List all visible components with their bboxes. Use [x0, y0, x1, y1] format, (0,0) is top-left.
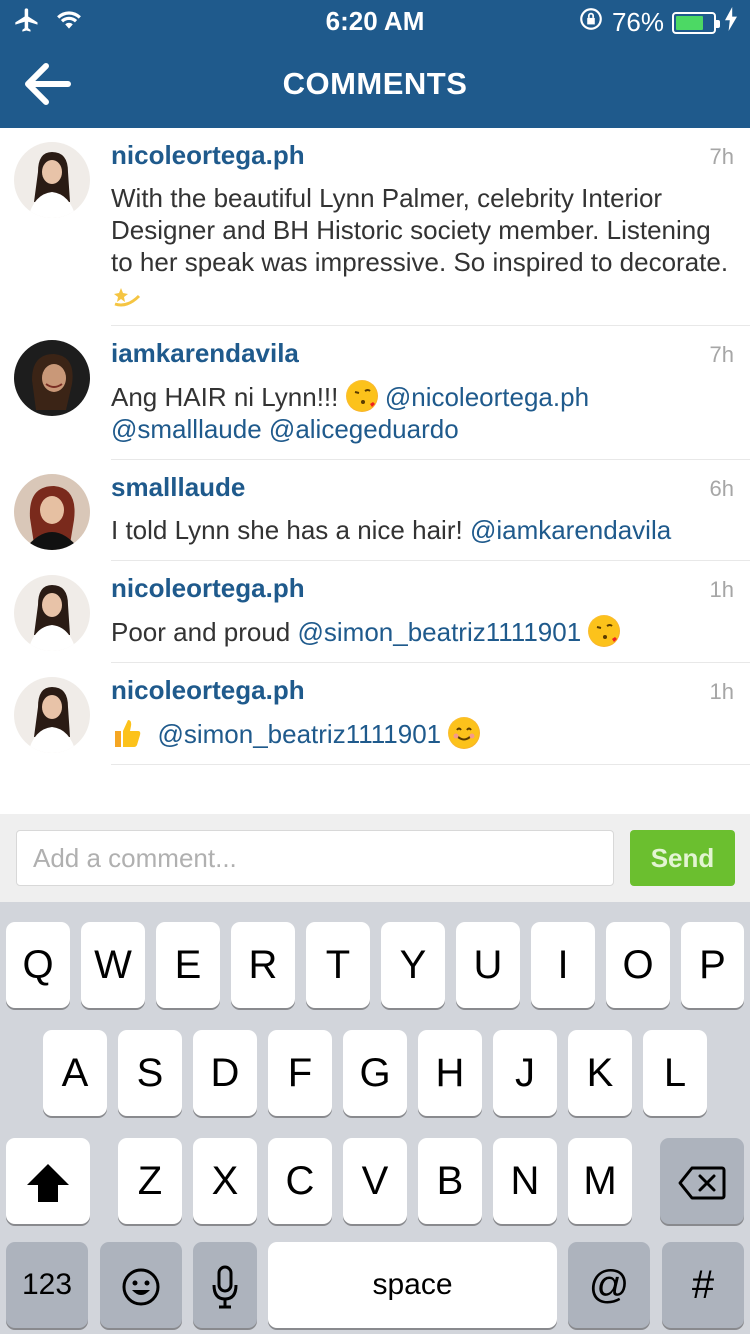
charging-icon: [724, 7, 738, 38]
emoji-smiley-icon: [122, 1268, 160, 1306]
delete-key[interactable]: [660, 1138, 744, 1224]
key-d[interactable]: D: [193, 1030, 257, 1116]
comments-list[interactable]: nicoleortega.ph 7h With the beautiful Ly…: [0, 128, 750, 814]
shift-key[interactable]: [6, 1138, 90, 1224]
mention-link[interactable]: @smalllaude: [111, 414, 262, 444]
key-j[interactable]: J: [493, 1030, 557, 1116]
key-k[interactable]: K: [568, 1030, 632, 1116]
comment-item: smalllaude 6h I told Lynn she has a nice…: [0, 460, 750, 560]
avatar[interactable]: [14, 142, 90, 218]
comment-input[interactable]: [16, 830, 614, 886]
comment-text: Ang HAIR ni Lynn!!! @nicoleortega.ph @sm…: [111, 380, 736, 459]
thumbs-up-emoji-icon: [111, 717, 143, 749]
mention-link[interactable]: @iamkarendavila: [470, 515, 671, 545]
comment-body: nicoleortega.ph 1h Poor and proud @simon…: [111, 573, 750, 662]
key-m[interactable]: M: [568, 1138, 632, 1224]
key-i[interactable]: I: [531, 922, 595, 1008]
microphone-icon: [212, 1265, 238, 1309]
comment-text-content: Ang HAIR ni Lynn!!!: [111, 382, 339, 412]
page-title: COMMENTS: [282, 66, 468, 101]
top-bar: 6:20 AM 76% COMMENTS: [0, 0, 750, 128]
key-p[interactable]: P: [681, 922, 744, 1008]
key-h[interactable]: H: [418, 1030, 482, 1116]
at-key[interactable]: @: [568, 1242, 650, 1328]
comment-username[interactable]: nicoleortega.ph: [111, 573, 736, 603]
key-z[interactable]: Z: [118, 1138, 182, 1224]
comment-username[interactable]: iamkarendavila: [111, 338, 736, 368]
comment-body: nicoleortega.ph 7h With the beautiful Ly…: [111, 140, 750, 325]
mention-link[interactable]: @nicoleortega.ph: [385, 382, 589, 412]
key-y[interactable]: Y: [381, 922, 445, 1008]
comment-body: nicoleortega.ph 1h @simon_beatriz1111901: [111, 675, 750, 764]
mention-link[interactable]: @simon_beatriz1111901: [297, 617, 581, 647]
comment-item: nicoleortega.ph 1h Poor and proud @simon…: [0, 561, 750, 662]
comment-username[interactable]: nicoleortega.ph: [111, 140, 736, 170]
key-w[interactable]: W: [81, 922, 145, 1008]
dizzy-emoji-icon: [111, 278, 143, 310]
status-bar: 6:20 AM 76%: [0, 0, 750, 40]
numbers-key[interactable]: 123: [6, 1242, 88, 1328]
key-n[interactable]: N: [493, 1138, 557, 1224]
kissing-face-emoji-icon: [588, 615, 621, 647]
comment-text-content: I told Lynn she has a nice hair!: [111, 515, 463, 545]
mention-link[interactable]: @simon_beatriz1111901: [157, 719, 441, 749]
key-l[interactable]: L: [643, 1030, 707, 1116]
dictation-key[interactable]: [193, 1242, 257, 1328]
key-u[interactable]: U: [456, 922, 520, 1008]
key-t[interactable]: T: [306, 922, 370, 1008]
key-e[interactable]: E: [156, 922, 220, 1008]
comment-time: 1h: [709, 679, 734, 704]
hash-key[interactable]: #: [662, 1242, 744, 1328]
battery-icon: [672, 11, 720, 34]
avatar[interactable]: [14, 340, 90, 416]
avatar[interactable]: [14, 677, 90, 753]
battery-percent: 76%: [611, 7, 664, 37]
comment-item: nicoleortega.ph 7h With the beautiful Ly…: [0, 128, 750, 325]
key-o[interactable]: O: [606, 922, 670, 1008]
comment-username[interactable]: smalllaude: [111, 472, 736, 502]
key-q[interactable]: Q: [6, 922, 70, 1008]
comment-body: smalllaude 6h I told Lynn she has a nice…: [111, 472, 750, 560]
comment-time: 6h: [709, 476, 734, 501]
mention-link[interactable]: @alicegeduardo: [269, 414, 459, 444]
key-x[interactable]: X: [193, 1138, 257, 1224]
comment-time: 7h: [709, 144, 734, 169]
kissing-face-emoji-icon: [345, 380, 378, 412]
key-c[interactable]: C: [268, 1138, 332, 1224]
backspace-icon: [678, 1166, 726, 1200]
smiling-face-emoji-icon: [448, 717, 481, 749]
space-key[interactable]: space: [268, 1242, 557, 1328]
comment-item: iamkarendavila 7h Ang HAIR ni Lynn!!! @n…: [0, 326, 750, 459]
key-a[interactable]: A: [43, 1030, 107, 1116]
key-v[interactable]: V: [343, 1138, 407, 1224]
battery-fill: [676, 15, 704, 30]
comment-text: @simon_beatriz1111901: [111, 717, 736, 764]
comment-compose-bar: Send: [0, 814, 750, 902]
comment-text: I told Lynn she has a nice hair! @iamkar…: [111, 514, 736, 560]
comment-text-content: Poor and proud: [111, 617, 291, 647]
comment-time: 1h: [709, 577, 734, 602]
comment-username[interactable]: nicoleortega.ph: [111, 675, 736, 705]
comment-item: nicoleortega.ph 1h @simon_beatriz1111901: [0, 663, 750, 764]
key-r[interactable]: R: [231, 922, 295, 1008]
shift-arrow-icon: [27, 1164, 69, 1203]
send-button[interactable]: Send: [630, 830, 735, 886]
emoji-key[interactable]: [100, 1242, 182, 1328]
key-s[interactable]: S: [118, 1030, 182, 1116]
status-right: 76%: [578, 6, 738, 39]
comment-text-content: With the beautiful Lynn Palmer, celebrit…: [111, 183, 729, 277]
avatar[interactable]: [14, 474, 90, 550]
comment-time: 7h: [709, 342, 734, 367]
orientation-lock-icon: [578, 6, 604, 39]
keyboard: Q W E R T Y U I O P A S D F G H J K L Z …: [0, 902, 750, 1334]
comment-body: iamkarendavila 7h Ang HAIR ni Lynn!!! @n…: [111, 338, 750, 459]
avatar[interactable]: [14, 575, 90, 651]
divider: [111, 764, 750, 765]
comment-text: With the beautiful Lynn Palmer, celebrit…: [111, 182, 736, 325]
key-b[interactable]: B: [418, 1138, 482, 1224]
comment-text: Poor and proud @simon_beatriz1111901: [111, 615, 736, 662]
key-g[interactable]: G: [343, 1030, 407, 1116]
key-f[interactable]: F: [268, 1030, 332, 1116]
